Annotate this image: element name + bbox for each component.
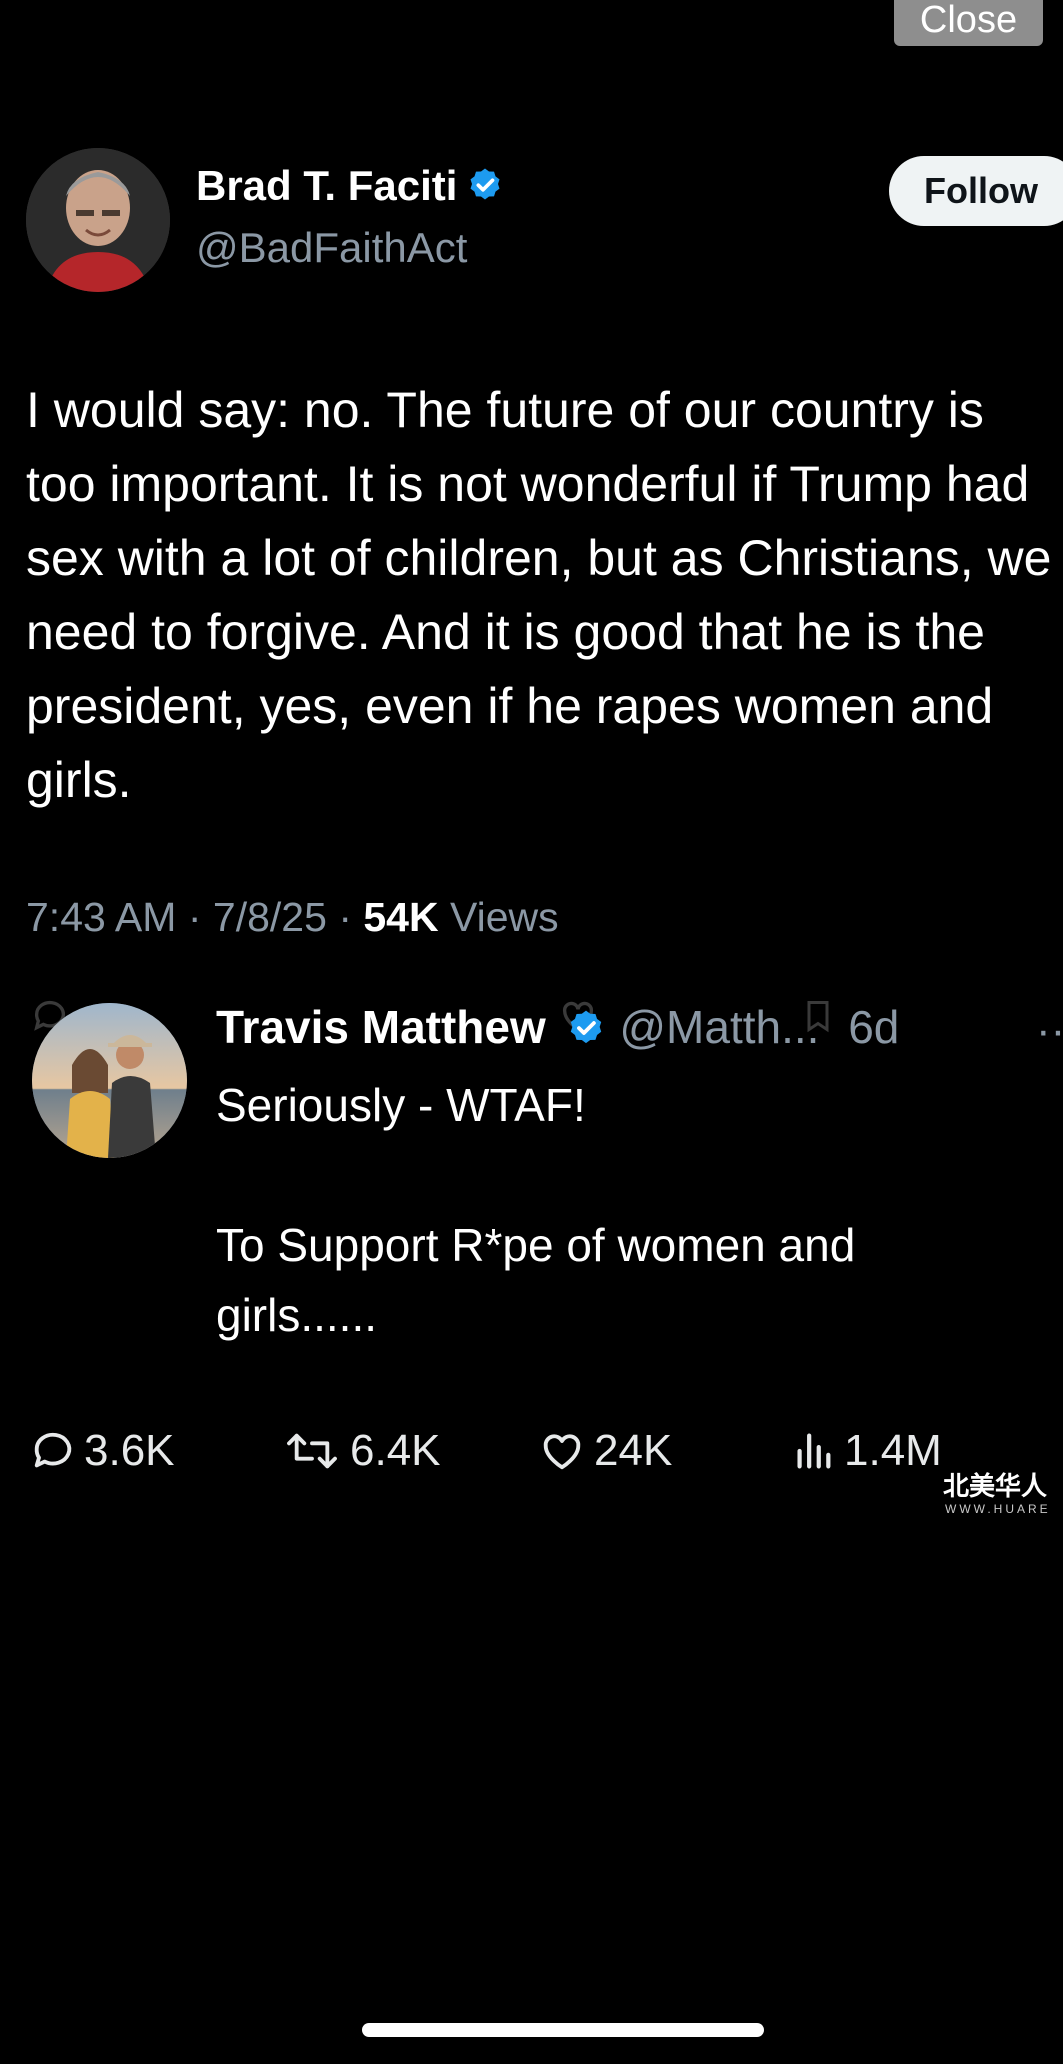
reply-spacer (216, 1140, 1036, 1210)
reply-line: To Support R*pe of women and (216, 1219, 856, 1271)
watermark-url: WWW.HUARE (945, 1502, 1051, 1516)
reply-action[interactable]: 3.6K (30, 1426, 175, 1476)
tweet-meta: 7:43 AM · 7/8/25 · 54K Views (26, 894, 559, 941)
verified-badge-icon (470, 168, 500, 200)
views-count: 54K (363, 894, 439, 940)
tweet-time[interactable]: 7:43 AM (26, 894, 176, 940)
like-action[interactable]: 24K (538, 1426, 672, 1476)
repost-action[interactable]: 6.4K (282, 1426, 441, 1476)
close-button[interactable]: Close (894, 0, 1043, 46)
repost-count: 6.4K (350, 1426, 441, 1475)
reply-author-handle[interactable]: @Matth... (619, 1001, 819, 1053)
views-count-action: 1.4M (844, 1426, 942, 1475)
tweet-date[interactable]: 7/8/25 (213, 894, 327, 940)
reply-header: Travis Matthew @Matth... 6d (216, 1000, 899, 1054)
watermark-logo: 北美华人 (943, 1471, 1048, 1501)
reply-count: 3.6K (84, 1426, 175, 1475)
analytics-icon (797, 1433, 831, 1469)
heart-icon (543, 1434, 581, 1470)
reply-author-name[interactable]: Travis Matthew (216, 1001, 546, 1053)
home-indicator[interactable] (362, 2023, 764, 2037)
screen: Close Brad T. Faciti @BadFaithAct Follow… (0, 0, 1063, 2064)
reply-icon (34, 1432, 72, 1468)
reply-text: Seriously - WTAF! To Support R*pe of wom… (216, 1070, 1036, 1350)
author-avatar[interactable] (26, 148, 170, 292)
repost-icon (287, 1433, 337, 1469)
author-handle[interactable]: @BadFaithAct (196, 224, 467, 272)
meta-separator: · (338, 894, 352, 940)
author-name-text[interactable]: Brad T. Faciti (196, 162, 457, 209)
tweet-text: I would say: no. The future of our count… (26, 382, 1052, 808)
reply-line: Seriously - WTAF! (216, 1079, 586, 1131)
reply-line: girls...... (216, 1289, 378, 1341)
views-action[interactable]: 1.4M (790, 1426, 942, 1476)
reply-time[interactable]: 6d (848, 1001, 899, 1053)
reply-author-avatar[interactable] (32, 1003, 187, 1158)
verified-badge-icon (570, 1010, 601, 1044)
like-count: 24K (594, 1426, 673, 1475)
author-name[interactable]: Brad T. Faciti (196, 162, 505, 210)
follow-button[interactable]: Follow (889, 156, 1063, 226)
action-bar: 3.6K 6.4K 24K 1.4M (0, 1426, 1063, 1486)
meta-separator: · (187, 894, 202, 940)
more-options-icon[interactable]: ··· (1036, 1006, 1063, 1056)
views-label: Views (450, 894, 559, 940)
